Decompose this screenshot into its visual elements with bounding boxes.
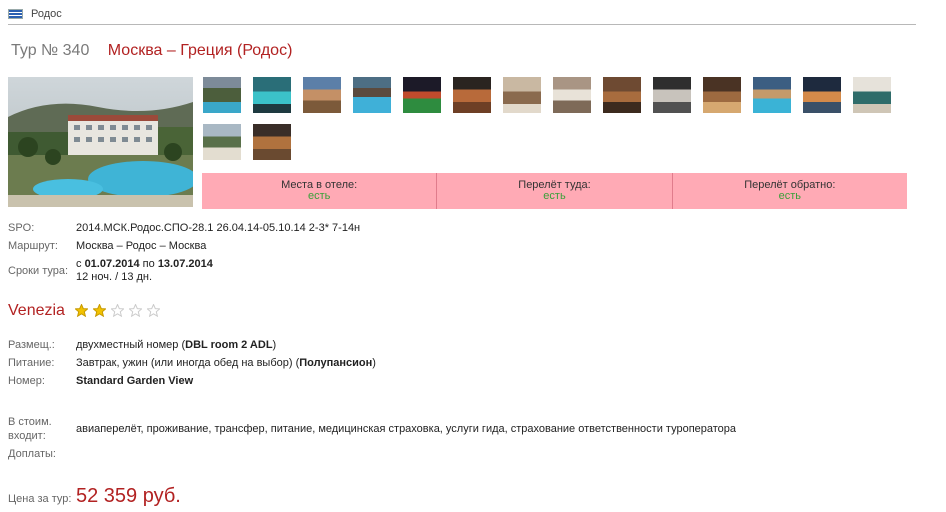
availability-hotel: Места в отеле: есть	[202, 173, 436, 209]
dates-mid: по	[139, 258, 158, 270]
hotel-rating	[75, 304, 160, 317]
room-label: Размещ.:	[8, 339, 55, 351]
spo-label: SPO:	[8, 222, 35, 234]
room-code: DBL room 2 ADL	[185, 339, 273, 351]
availability-return: Перелёт обратно: есть	[671, 173, 907, 209]
meal-type: Полупансион	[299, 357, 373, 369]
availability-return-value: есть	[778, 190, 802, 202]
room-value: двухместный номер (DBL room 2 ADL)	[76, 339, 276, 351]
breadcrumb-location[interactable]: Родос	[31, 7, 62, 21]
gallery-thumbnail[interactable]	[703, 77, 741, 113]
gallery-thumbnail[interactable]	[253, 124, 291, 160]
route-label: Маршрут:	[8, 240, 58, 252]
duration-value: 12 ноч. / 13 дн.	[76, 271, 153, 283]
gallery-thumbnail[interactable]	[803, 77, 841, 113]
meal-label: Питание:	[8, 357, 55, 369]
page-title: Тур № 340 Москва – Греция (Родос)	[11, 42, 292, 60]
tour-number: Тур № 340	[11, 42, 90, 59]
price-label: Цена за тур:	[8, 493, 72, 505]
meal-prefix: Завтрак, ужин (или иногда обед на выбор)…	[76, 357, 300, 369]
date-from: 01.07.2014	[84, 258, 140, 270]
star-filled-icon	[93, 304, 106, 317]
dates-prefix: с	[76, 258, 85, 270]
star-empty-icon	[129, 304, 142, 317]
meal-value: Завтрак, ужин (или иногда обед на выбор)…	[76, 357, 376, 369]
tour-route-title: Москва – Греция (Родос)	[107, 42, 293, 59]
spo-value: 2014.МСК.Родос.СПО-28.1 26.04.14-05.10.1…	[76, 222, 361, 234]
includes-label-line2: входит:	[8, 430, 46, 442]
gallery-thumbnail[interactable]	[753, 77, 791, 113]
includes-value: авиаперелёт, проживание, трансфер, питан…	[76, 423, 737, 435]
star-filled-icon	[75, 304, 88, 317]
room-suffix: )	[272, 339, 277, 351]
gallery-thumbnail[interactable]	[203, 124, 241, 160]
availability-hotel-value: есть	[307, 190, 331, 202]
dates-value: с 01.07.2014 по 13.07.2014	[76, 258, 213, 270]
availability-outbound: Перелёт туда: есть	[436, 173, 671, 209]
availability-outbound-value: есть	[543, 190, 566, 202]
meal-suffix: )	[372, 357, 376, 369]
dates-label: Сроки тура:	[8, 265, 69, 277]
gallery-thumbnail[interactable]	[603, 77, 641, 113]
gallery-thumbnail[interactable]	[503, 77, 541, 113]
breadcrumb: Родос	[8, 7, 916, 25]
extras-label: Доплаты:	[8, 448, 56, 460]
room-type-label: Номер:	[8, 375, 45, 387]
gallery-thumbnail[interactable]	[403, 77, 441, 113]
price-value: 52 359 руб.	[76, 485, 181, 507]
gallery-thumbnail[interactable]	[203, 77, 241, 113]
gallery-thumbnail[interactable]	[353, 77, 391, 113]
gallery-thumbnail[interactable]	[653, 77, 691, 113]
gallery-thumbnail[interactable]	[253, 77, 291, 113]
gallery-thumbnail[interactable]	[553, 77, 591, 113]
gallery-thumbnail[interactable]	[853, 77, 891, 113]
includes-label-line1: В стоим.	[8, 416, 52, 428]
star-empty-icon	[111, 304, 124, 317]
availability-bar: Места в отеле: есть Перелёт туда: есть П…	[202, 173, 907, 209]
route-value: Москва – Родос – Москва	[76, 240, 207, 252]
room-type-value: Standard Garden View	[76, 375, 194, 387]
room-prefix: двухместный номер (	[76, 339, 186, 351]
hotel-main-photo[interactable]	[8, 77, 193, 207]
star-empty-icon	[147, 304, 160, 317]
hotel-name[interactable]: Venezia	[8, 302, 65, 320]
date-to: 13.07.2014	[157, 258, 213, 270]
gallery-thumbnail[interactable]	[453, 77, 491, 113]
gallery-thumbnail[interactable]	[303, 77, 341, 113]
greek-flag-icon	[8, 9, 23, 19]
